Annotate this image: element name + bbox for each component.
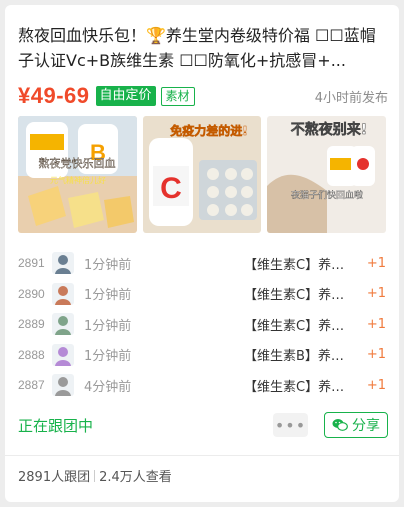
share-button[interactable]: 分享 [324, 412, 388, 438]
thumb-3-caption: 不熬夜别来! [291, 121, 367, 138]
thumbnail-3[interactable]: 不熬夜别来! 夜猫子们快回血啦 [267, 116, 387, 233]
order-item: 【维生素C】养生... [244, 257, 354, 273]
stats-separator [94, 469, 96, 482]
joined-count: 2891人跟团 [18, 470, 91, 485]
order-item: 【维生素C】养生... [244, 318, 354, 334]
order-time: 1分钟前 [84, 257, 132, 273]
following-status[interactable]: 正在跟团中 [18, 415, 93, 436]
order-row[interactable]: 2888 1分钟前 【维生素B】养生... +1 [18, 340, 386, 371]
avatar [52, 374, 74, 397]
order-row[interactable]: 2890 1分钟前 【维生素C】养生... +1 [18, 279, 386, 310]
share-label: 分享 [352, 418, 380, 434]
thumbnail-2[interactable]: C 免疫力差的进! [142, 116, 262, 233]
stats: 2891人跟团 2.4万人查看 [18, 466, 172, 485]
avatar [52, 252, 74, 275]
avatar [52, 343, 74, 366]
order-quantity: +1 [366, 316, 386, 332]
post-title[interactable]: 熬夜回血快乐包！🏆养生堂内卷级特价福 ☐☐蓝帽子认证Vc+B族维生素 ☐☐防氧化… [18, 23, 386, 73]
order-item: 【维生素C】养生... [244, 379, 354, 395]
order-time: 1分钟前 [84, 318, 132, 334]
avatar [52, 282, 74, 305]
order-number: 2891 [18, 256, 45, 271]
follow-row: 正在跟团中 ••• 分享 [18, 409, 388, 441]
order-item: 【维生素B】养生... [244, 349, 354, 365]
thumbnail-1[interactable]: B 熬夜党快乐回血 元气精神倍儿好 [18, 116, 137, 233]
order-time: 4分钟前 [84, 379, 132, 395]
custom-price-tag: 自由定价 [95, 86, 156, 106]
order-quantity: +1 [366, 255, 386, 271]
price: ¥49-69 [18, 83, 90, 108]
thumb-3-sub: 夜猫子们快回血啦 [291, 189, 363, 201]
price-row: ¥49-69 自由定价 素材 4小时前发布 [18, 81, 388, 111]
published-time: 4小时前发布 [314, 90, 388, 106]
order-item: 【维生素C】养生... [244, 288, 354, 304]
material-tag[interactable]: 素材 [160, 86, 195, 106]
thumb-2-caption: 免疫力差的进! [170, 123, 247, 138]
order-time: 1分钟前 [84, 349, 132, 365]
divider [5, 455, 399, 456]
group-buy-card[interactable]: 熬夜回血快乐包！🏆养生堂内卷级特价福 ☐☐蓝帽子认证Vc+B族维生素 ☐☐防氧化… [5, 5, 399, 502]
order-row[interactable]: 2889 1分钟前 【维生素C】养生... +1 [18, 309, 386, 340]
order-quantity: +1 [366, 347, 386, 363]
order-row[interactable]: 2891 1分钟前 【维生素C】养生... +1 [18, 248, 386, 279]
avatar [52, 313, 74, 336]
thumb-1-caption: 熬夜党快乐回血 [39, 156, 116, 170]
order-number: 2890 [18, 286, 45, 301]
order-list: 2891 1分钟前 【维生素C】养生... +1 2890 1分钟前 【维生素C】养生...… [18, 248, 386, 401]
thumbnail-strip: B 熬夜党快乐回血 元气精神倍儿好 C 免疫力差的进! 不熬夜别来! 夜猫子们快… [18, 116, 387, 233]
order-quantity: +1 [366, 377, 386, 393]
order-number: 2887 [18, 378, 45, 393]
order-quantity: +1 [366, 286, 386, 302]
more-button[interactable]: ••• [273, 413, 308, 437]
order-time: 1分钟前 [84, 288, 132, 304]
order-number: 2888 [18, 347, 45, 362]
thumb-1-sub: 元气精神倍儿好 [50, 175, 106, 185]
wechat-icon [332, 419, 348, 431]
order-row[interactable]: 2887 4分钟前 【维生素C】养生... +1 [18, 370, 386, 401]
svg-text:C: C [160, 172, 182, 205]
view-count: 2.4万人查看 [99, 470, 172, 485]
order-number: 2889 [18, 317, 45, 332]
